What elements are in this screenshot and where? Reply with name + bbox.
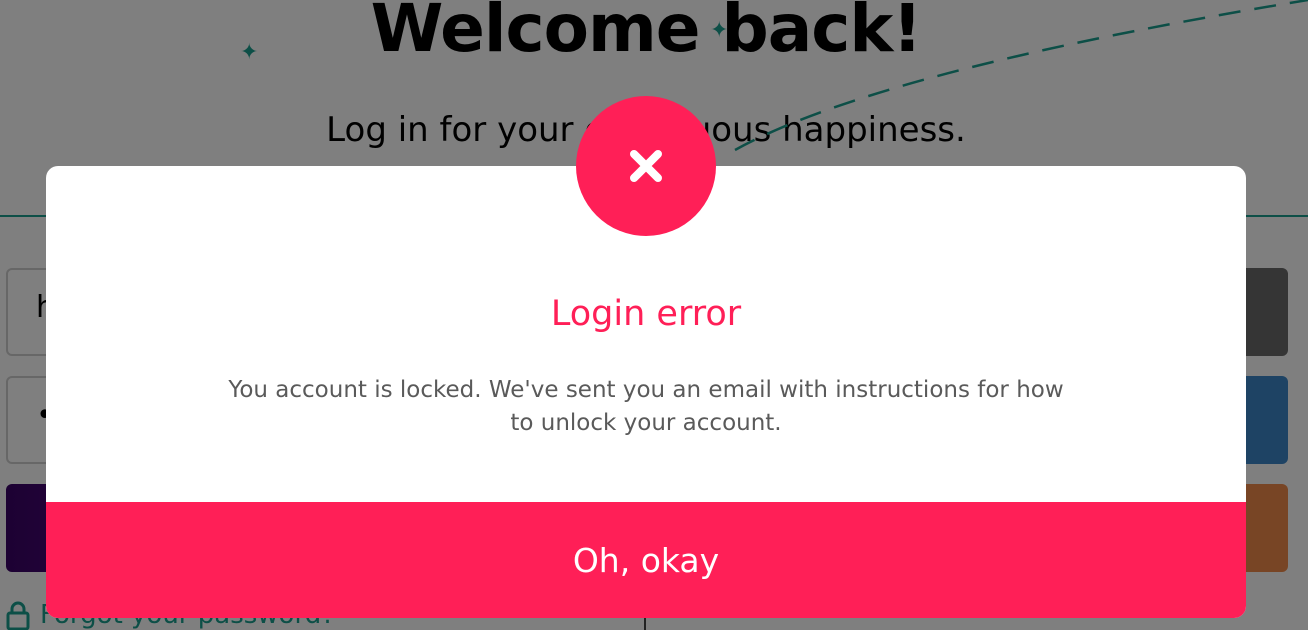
dialog-heading: Login error <box>550 294 742 334</box>
error-badge <box>576 96 716 236</box>
dialog-message: You account is locked. We've sent you an… <box>228 377 1064 436</box>
close-icon <box>630 150 662 182</box>
dismiss-button[interactable]: Oh, okay <box>46 502 1246 618</box>
